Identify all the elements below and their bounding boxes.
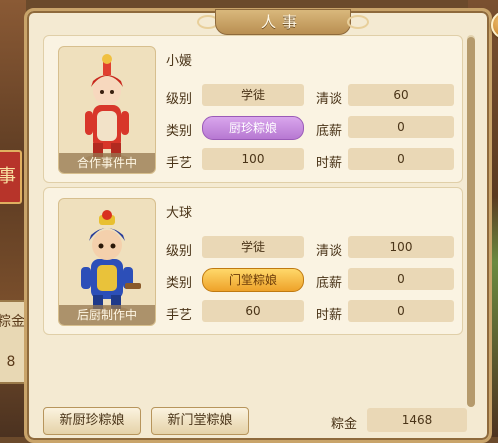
type-label: 类别 (166, 124, 193, 139)
title-bar: 人事 (197, 9, 369, 35)
hourly-value: 0 (348, 300, 454, 322)
employee-name: 大球 (166, 206, 193, 221)
skill-value: 100 (202, 148, 304, 170)
talk-label: 清谈 (316, 92, 343, 107)
employee-portrait[interactable]: 合作事件中 (58, 46, 156, 174)
salary-value: 0 (348, 116, 454, 138)
type-tag: 厨珍粽娘 (202, 116, 304, 140)
hourly-label: 时薪 (316, 308, 343, 323)
level-label: 级别 (166, 244, 193, 259)
talk-value: 60 (348, 84, 454, 106)
window-title: 人事 (260, 13, 303, 31)
type-label: 类别 (166, 276, 193, 291)
new-hall-maid-button[interactable]: 新门堂粽娘 (151, 407, 249, 435)
salary-label: 底薪 (316, 124, 343, 139)
new-kitchen-maid-button[interactable]: 新厨珍粽娘 (43, 407, 141, 435)
scrollbar[interactable] (467, 35, 475, 407)
level-value: 学徒 (202, 84, 304, 106)
hourly-value: 0 (348, 148, 454, 170)
employee-name: 小媛 (166, 54, 193, 69)
level-value: 学徒 (202, 236, 304, 258)
employee-card[interactable]: 合作事件中 小媛 级别 学徒 清谈 60 类别 厨珍粽娘 底薪 0 手艺 100… (43, 35, 463, 183)
employee-status: 后厨制作中 (59, 305, 155, 325)
scrollbar-thumb[interactable] (467, 37, 475, 407)
type-tag: 门堂粽娘 (202, 268, 304, 292)
skill-label: 手艺 (166, 308, 193, 323)
talk-value: 100 (348, 236, 454, 258)
skill-label: 手艺 (166, 156, 193, 171)
money-value: 1468 (367, 408, 467, 432)
title-ornament-right-icon (347, 15, 369, 29)
employee-status: 合作事件中 (59, 153, 155, 173)
background-left: 事 粽金 8 (0, 0, 30, 437)
hourly-label: 时薪 (316, 156, 343, 171)
personnel-window: 人事 ✕ 合作事件中 小 (24, 8, 498, 443)
employee-portrait[interactable]: 后厨制作中 (58, 198, 156, 326)
talk-label: 清谈 (316, 244, 343, 259)
level-label: 级别 (166, 92, 193, 107)
employee-card[interactable]: 后厨制作中 大球 级别 学徒 清谈 100 类别 门堂粽娘 底薪 0 手艺 60… (43, 187, 463, 335)
salary-value: 0 (348, 268, 454, 290)
money-label: 粽金 (331, 417, 358, 432)
background-sign: 事 (0, 150, 22, 204)
skill-value: 60 (202, 300, 304, 322)
salary-label: 底薪 (316, 276, 343, 291)
